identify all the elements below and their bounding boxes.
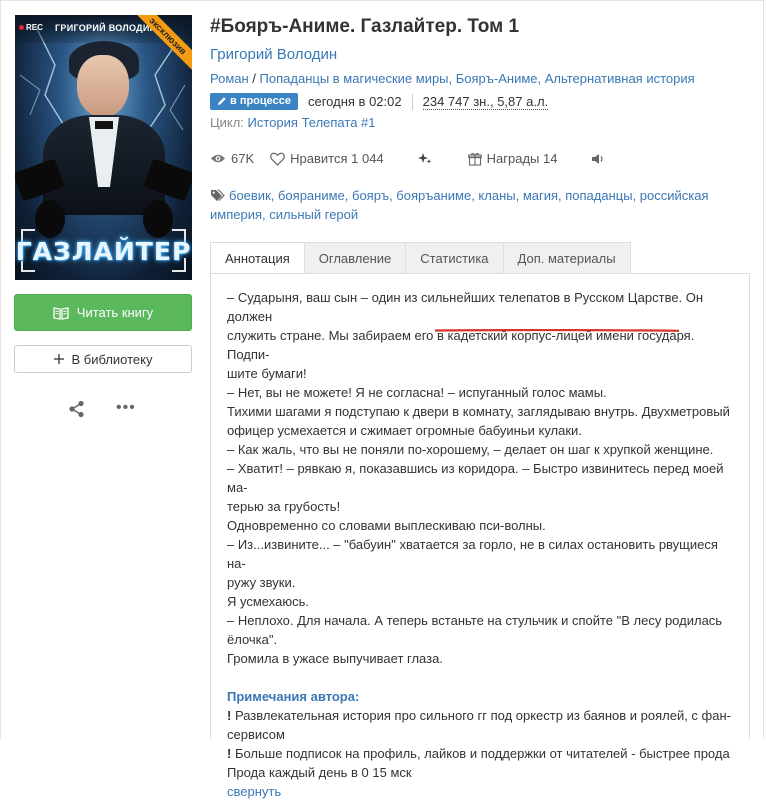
annotation-line: терью за грубость! bbox=[227, 499, 341, 514]
cover-face bbox=[77, 55, 129, 117]
tags-list[interactable]: боевик, бояраниме, бояръ, бояръаниме, кл… bbox=[210, 188, 709, 222]
add-to-library-label: В библиотеку bbox=[71, 351, 153, 367]
annotation-panel: – Сударыня, ваш сын – один из сильнейших… bbox=[210, 273, 750, 799]
genre-link[interactable]: Роман bbox=[210, 71, 249, 86]
book-size: 234 747 зн., 5,87 а.л. bbox=[422, 93, 549, 110]
more-icon[interactable]: ••• bbox=[116, 400, 136, 416]
cover-author: ГРИГОРИЙ ВОЛОДИН bbox=[55, 23, 157, 33]
annotation-line: – Как жаль, что вы не поняли по-хорошему… bbox=[227, 442, 714, 457]
sparkle-button[interactable] bbox=[417, 152, 432, 166]
speaker-icon bbox=[592, 153, 604, 164]
views-count: 67K bbox=[231, 151, 255, 166]
read-book-button[interactable]: Читать книгу bbox=[14, 294, 192, 331]
genres: Роман / Попаданцы в магические миры, Боя… bbox=[210, 71, 695, 86]
annotation-line: Тихими шагами я подступаю к двери в комн… bbox=[227, 404, 730, 419]
genre-separator: / bbox=[248, 71, 260, 86]
audio-button[interactable] bbox=[591, 153, 605, 165]
sparkle-icon bbox=[417, 152, 432, 164]
cover-microphone bbox=[35, 200, 65, 238]
author-note: Прода каждый день в 0 15 мск bbox=[227, 765, 412, 780]
share-icon[interactable] bbox=[68, 400, 86, 418]
status-row: в процессе сегодня в 02:02 234 747 зн., … bbox=[210, 93, 549, 110]
annotation-line: офицер усмехается и сжимает огромные баб… bbox=[227, 423, 582, 438]
gift-icon bbox=[467, 152, 482, 166]
like-button[interactable]: Нравится 1 044 bbox=[270, 151, 384, 166]
add-to-library-button[interactable]: В библиотеку bbox=[14, 345, 192, 373]
awards-button[interactable]: Награды 14 bbox=[467, 151, 558, 166]
annotation-line: ружу звуки. bbox=[227, 575, 296, 590]
author-note: сервисом bbox=[227, 727, 285, 742]
annotation-line: Громила в ужасе выпучивает глаза. bbox=[227, 651, 443, 666]
annotation-line: – Неплохо. Для начала. А теперь встаньте… bbox=[227, 613, 723, 628]
annotation-line: шите бумаги! bbox=[227, 366, 307, 381]
read-book-label: Читать книгу bbox=[76, 305, 154, 320]
cover-microphone bbox=[143, 200, 173, 238]
tab-statistics[interactable]: Статистика bbox=[406, 242, 504, 274]
status-text: в процессе bbox=[230, 95, 291, 107]
updated-time: сегодня в 02:02 bbox=[308, 94, 402, 109]
status-badge: в процессе bbox=[210, 93, 298, 110]
collapse-link[interactable]: свернуть bbox=[227, 782, 733, 801]
annotation-line: Я усмехаюсь. bbox=[227, 594, 309, 609]
book-title: #Бояръ-Аниме. Газлайтер. Том 1 bbox=[210, 16, 520, 37]
author-link[interactable]: Григорий Володин bbox=[210, 46, 337, 63]
author-note: ! Больше подписок на профиль, лайков и п… bbox=[227, 746, 730, 761]
open-book-icon bbox=[53, 306, 69, 320]
cycle: Цикл: История Телепата #1 bbox=[210, 115, 376, 130]
awards-count: Награды 14 bbox=[486, 151, 558, 166]
author-notes-title: Примечания автора: bbox=[227, 689, 360, 704]
pencil-icon bbox=[218, 97, 226, 105]
cover-title: ГАЗЛАЙТЕР bbox=[15, 237, 192, 266]
annotation-line: Одновременно со словами выплескиваю пси-… bbox=[227, 518, 546, 533]
annotation-line: – Сударыня, ваш сын – один из сильнейших… bbox=[227, 290, 704, 324]
book-cover[interactable]: REC ГРИГОРИЙ ВОЛОДИН ГАЗЛАЙТЕР эксклюзив bbox=[15, 15, 192, 280]
tags-icon bbox=[211, 189, 225, 201]
genre-link[interactable]: Попаданцы в магические миры, Бояръ-Аниме… bbox=[260, 71, 695, 86]
divider bbox=[411, 93, 413, 110]
tab-annotation[interactable]: Аннотация bbox=[210, 242, 305, 274]
rec-label: REC bbox=[19, 23, 43, 32]
likes-count: Нравится 1 044 bbox=[290, 151, 384, 166]
annotation-line: ёлочка". bbox=[227, 632, 278, 647]
plus-icon bbox=[54, 354, 65, 364]
annotation-line: – Нет, вы не можете! Я не согласна! – ис… bbox=[227, 385, 607, 400]
annotation-line: – Хватит! – рявкаю я, показавшись из кор… bbox=[227, 461, 724, 495]
tab-contents[interactable]: Оглавление bbox=[304, 242, 407, 274]
stats-row: 67K Нравится 1 044 Награды 14 bbox=[210, 151, 605, 166]
tabs: Аннотация Оглавление Статистика Доп. мат… bbox=[210, 242, 631, 274]
tags: боевик, бояраниме, бояръ, бояръаниме, кл… bbox=[210, 186, 756, 224]
heart-icon bbox=[270, 152, 286, 166]
cycle-label: Цикл: bbox=[210, 115, 244, 130]
annotation-line: – Из...извините... – "бабуин" хватается … bbox=[227, 537, 718, 571]
eye-icon bbox=[211, 154, 225, 163]
cover-bowtie bbox=[95, 121, 113, 129]
author-note: ! Развлекательная история про сильного г… bbox=[227, 708, 731, 723]
red-underline-annotation bbox=[435, 329, 679, 332]
cycle-link[interactable]: История Телепата #1 bbox=[248, 115, 376, 130]
tab-extra-materials[interactable]: Доп. материалы bbox=[503, 242, 631, 274]
views-stat: 67K bbox=[210, 151, 254, 166]
